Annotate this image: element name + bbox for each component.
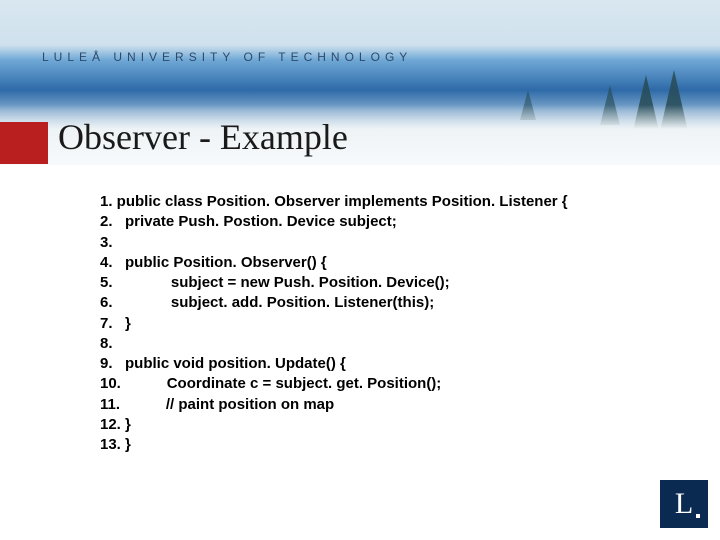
code-line: 8. [100, 334, 568, 354]
code-line: 10. Coordinate c = subject. get. Positio… [100, 374, 568, 394]
code-block: 1. public class Position. Observer imple… [100, 192, 568, 455]
code-line: 4. public Position. Observer() { [100, 253, 568, 273]
code-line: 7. } [100, 314, 568, 334]
code-line: 6. subject. add. Position. Listener(this… [100, 293, 568, 313]
code-line: 11. // paint position on map [100, 395, 568, 415]
code-line: 3. [100, 233, 568, 253]
accent-block [0, 122, 48, 164]
logo-dot [696, 514, 700, 518]
code-line: 9. public void position. Update() { [100, 354, 568, 374]
university-logo: L [660, 480, 708, 528]
code-line: 1. public class Position. Observer imple… [100, 192, 568, 212]
slide-title: Observer - Example [58, 116, 348, 158]
code-line: 5. subject = new Push. Position. Device(… [100, 273, 568, 293]
code-line: 2. private Push. Postion. Device subject… [100, 212, 568, 232]
code-line: 13. } [100, 435, 568, 455]
university-name: LULEÅ UNIVERSITY OF TECHNOLOGY [42, 50, 412, 64]
logo-letter: L [675, 487, 693, 521]
code-line: 12. } [100, 415, 568, 435]
